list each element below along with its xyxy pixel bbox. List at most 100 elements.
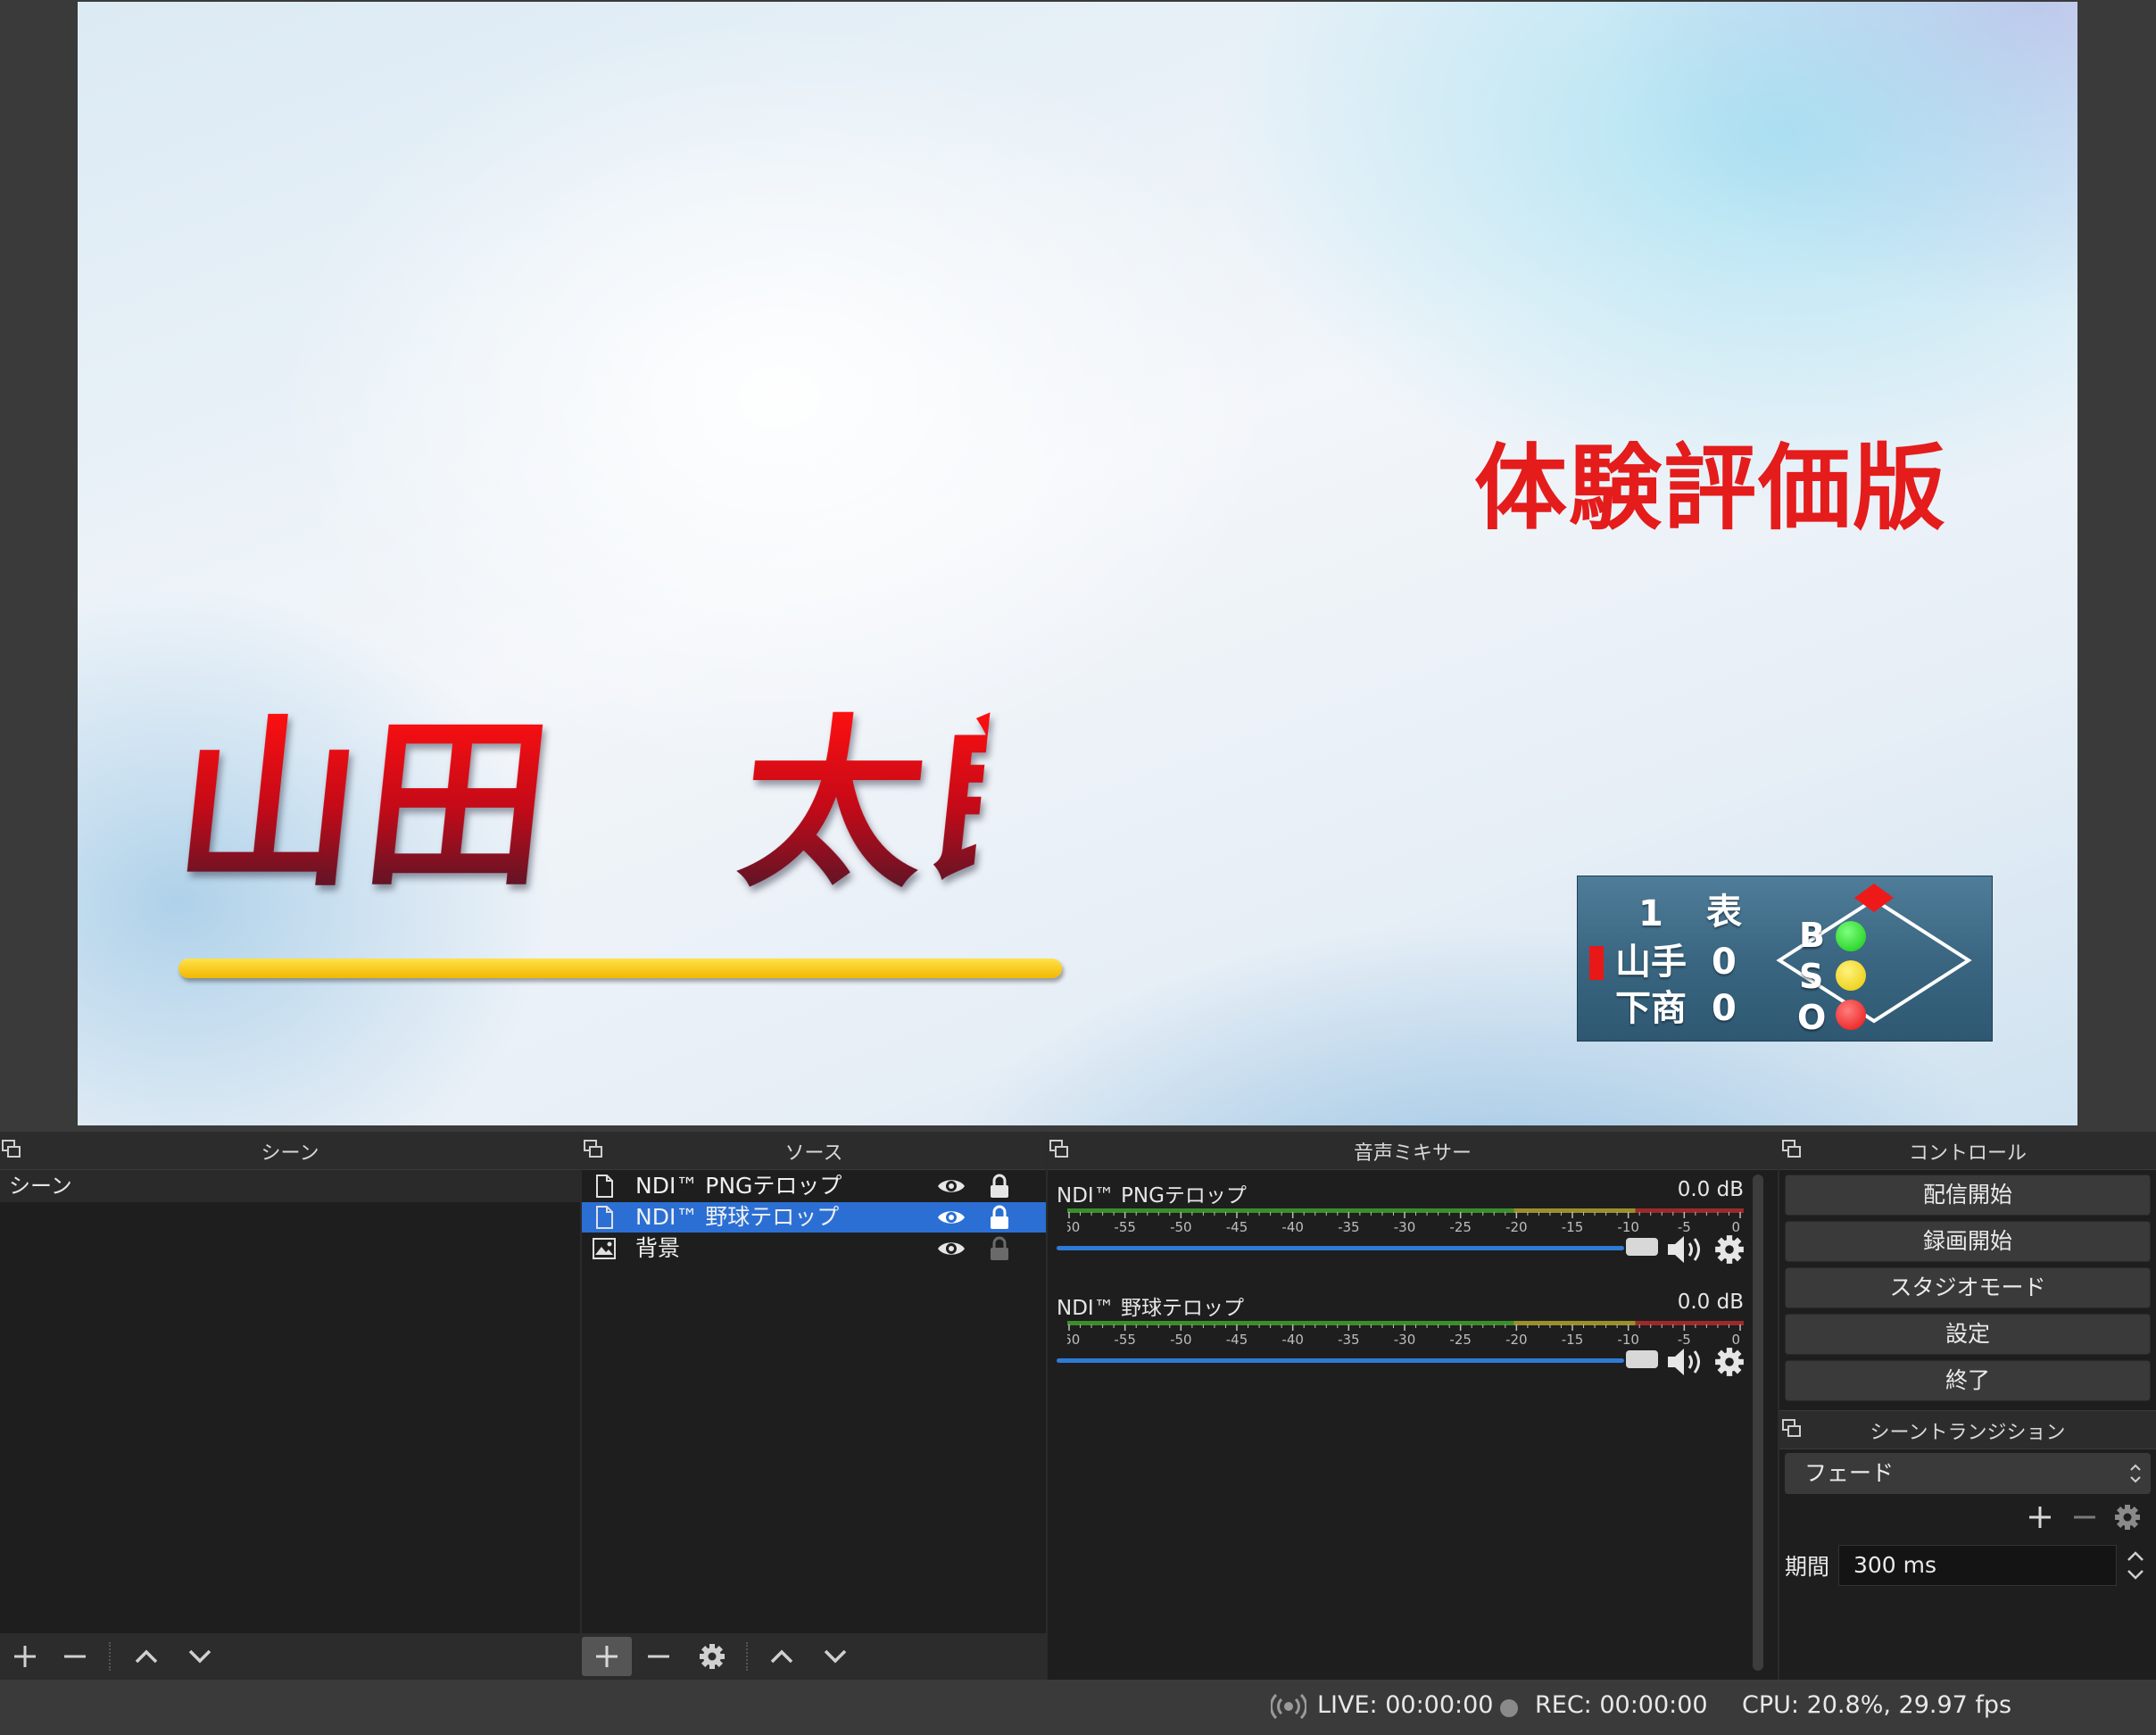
mixer-scrollbar[interactable] xyxy=(1753,1175,1763,1671)
source-item[interactable]: NDI™ PNGテロップ xyxy=(582,1171,1046,1201)
ball-count-label: B xyxy=(1799,916,1825,955)
controls-dock-header[interactable]: コントロール xyxy=(1779,1132,2156,1170)
meter-tick-label: -15 xyxy=(1562,1219,1584,1235)
visibility-eye-icon[interactable] xyxy=(936,1207,966,1228)
meter-tick-label: -20 xyxy=(1505,1332,1528,1348)
meter-scale: -60-55-50-45-40-35-30-25-20-15-10-50 xyxy=(1067,1324,1741,1348)
toolbar-separator xyxy=(746,1642,749,1671)
controls-dock: コントロール 配信開始 録画開始 スタジオモード 設定 終了 シーントランジショ… xyxy=(1779,1132,2156,1680)
cpu-fps-readout: CPU: 20.8%, 29.97 fps xyxy=(1742,1691,2012,1719)
duration-input[interactable]: 300 ms xyxy=(1838,1545,2117,1586)
mixer-dock-title: 音声ミキサー xyxy=(1353,1142,1472,1165)
meter-tick-label: -25 xyxy=(1449,1332,1472,1348)
toolbar-separator xyxy=(109,1642,112,1671)
ball-lamp xyxy=(1836,921,1866,951)
scene-list: シーン xyxy=(0,1170,580,1202)
source-name: 背景 xyxy=(635,1235,681,1261)
preview-area: 体験評価版 山田 太郎 1 表 山手 0 下商 0 B S O xyxy=(0,0,2156,1132)
lock-icon[interactable] xyxy=(988,1174,1011,1199)
gear-icon xyxy=(700,1644,725,1669)
remove-transition-button[interactable] xyxy=(2065,1498,2104,1537)
transition-select-value: フェード xyxy=(1804,1460,1895,1486)
settings-button[interactable]: 設定 xyxy=(1785,1314,2151,1355)
sources-dock: ソース NDI™ PNGテロップ NDI™ 野球テロップ 背景 xyxy=(582,1132,1048,1680)
updown-arrow-icon xyxy=(2130,1464,2141,1483)
source-properties-button[interactable] xyxy=(687,1637,737,1676)
scenes-dock-header[interactable]: シーン xyxy=(0,1132,580,1170)
start-streaming-button[interactable]: 配信開始 xyxy=(1785,1175,2151,1216)
remove-source-button[interactable] xyxy=(634,1637,684,1676)
source-list: NDI™ PNGテロップ NDI™ 野球テロップ 背景 xyxy=(582,1171,1046,1265)
visibility-eye-icon[interactable] xyxy=(936,1175,966,1197)
meter-tick-label: -20 xyxy=(1505,1219,1528,1235)
spinner-arrows-icon[interactable] xyxy=(2122,1545,2149,1586)
channel-name: NDI™ PNGテロップ xyxy=(1057,1184,1247,1208)
gear-icon[interactable] xyxy=(1713,1346,1746,1378)
move-source-down-button[interactable] xyxy=(810,1637,860,1676)
add-source-button[interactable] xyxy=(582,1637,632,1676)
minus-icon xyxy=(2074,1515,2095,1519)
plus-icon xyxy=(2029,1507,2051,1528)
file-icon xyxy=(596,1175,613,1198)
scene-item[interactable]: シーン xyxy=(0,1170,580,1202)
out-count-label: O xyxy=(1797,998,1827,1037)
name-underline-bar xyxy=(178,959,1062,978)
meter-tick-label: -45 xyxy=(1226,1219,1248,1235)
scoreboard-team1-score: 0 xyxy=(1712,942,1737,983)
mixer-dock-header[interactable]: 音声ミキサー xyxy=(1048,1132,1778,1170)
gear-icon[interactable] xyxy=(1713,1233,1746,1266)
source-name: NDI™ PNGテロップ xyxy=(635,1173,842,1199)
mixer-channel: NDI™ PNGテロップ 0.0 dB -60 -55 -50 -45 -40 -35 -3… xyxy=(1057,1178,1744,1287)
chevron-up-icon xyxy=(135,1649,158,1664)
source-item[interactable]: 背景 xyxy=(582,1233,1046,1264)
speaker-icon[interactable] xyxy=(1665,1344,1706,1380)
meter-tick-label: -30 xyxy=(1394,1332,1416,1348)
meter-tick-label: -30 xyxy=(1394,1219,1416,1235)
volume-fader-handle[interactable] xyxy=(1626,1238,1658,1256)
scenes-dock: シーン シーン xyxy=(0,1132,582,1680)
transition-select[interactable]: フェード xyxy=(1785,1453,2151,1494)
remove-scene-button[interactable] xyxy=(50,1637,100,1676)
volume-fader-handle[interactable] xyxy=(1626,1350,1658,1368)
lock-icon[interactable] xyxy=(988,1205,1011,1230)
sources-dock-header[interactable]: ソース xyxy=(582,1132,1046,1170)
volume-fader-track[interactable] xyxy=(1057,1358,1624,1363)
transition-properties-button[interactable] xyxy=(2108,1498,2147,1537)
program-preview[interactable]: 体験評価版 山田 太郎 1 表 山手 0 下商 0 B S O xyxy=(78,2,2077,1125)
source-item-selected[interactable]: NDI™ 野球テロップ xyxy=(582,1202,1046,1233)
channel-db-readout: 0.0 dB xyxy=(1677,1178,1744,1201)
meter-tick-label: -15 xyxy=(1562,1332,1584,1348)
meter-tick-label: -10 xyxy=(1617,1219,1639,1235)
meter-tick-label: -50 xyxy=(1170,1219,1192,1235)
duration-label: 期間 xyxy=(1785,1554,1830,1580)
start-recording-button[interactable]: 録画開始 xyxy=(1785,1221,2151,1262)
speaker-icon[interactable] xyxy=(1665,1232,1706,1267)
sources-dock-title: ソース xyxy=(784,1142,843,1165)
transitions-dock-title: シーントランジション xyxy=(1870,1422,2066,1444)
chevron-down-icon xyxy=(824,1649,847,1664)
visibility-eye-icon[interactable] xyxy=(936,1238,966,1259)
meter-tick-label: -45 xyxy=(1226,1332,1248,1348)
exit-button[interactable]: 終了 xyxy=(1785,1360,2151,1401)
move-source-up-button[interactable] xyxy=(757,1637,807,1676)
studio-mode-button[interactable]: スタジオモード xyxy=(1785,1267,2151,1308)
add-transition-button[interactable] xyxy=(2020,1498,2060,1537)
plus-icon xyxy=(596,1646,618,1667)
channel-db-readout: 0.0 dB xyxy=(1677,1291,1744,1314)
move-scene-down-button[interactable] xyxy=(175,1637,225,1676)
scoreboard-team2-name: 下商 xyxy=(1615,988,1687,1029)
scoreboard-inning-half: 表 xyxy=(1706,892,1742,933)
controls-dock-title: コントロール xyxy=(1908,1142,2027,1165)
meter-tick-label: -25 xyxy=(1449,1219,1472,1235)
strike-lamp xyxy=(1836,960,1866,991)
unlock-icon[interactable] xyxy=(988,1236,1011,1261)
move-scene-up-button[interactable] xyxy=(121,1637,171,1676)
base-diamond-icon xyxy=(1776,884,1972,1024)
volume-fader-track[interactable] xyxy=(1057,1246,1624,1250)
meter-tick-label: -55 xyxy=(1114,1219,1136,1235)
transitions-dock-header[interactable]: シーントランジション xyxy=(1779,1410,2156,1449)
channel-name: NDI™ 野球テロップ xyxy=(1057,1297,1245,1320)
name-telop: 山田 太郎 xyxy=(164,698,1130,930)
scenes-toolbar xyxy=(0,1633,580,1680)
add-scene-button[interactable] xyxy=(0,1637,50,1676)
